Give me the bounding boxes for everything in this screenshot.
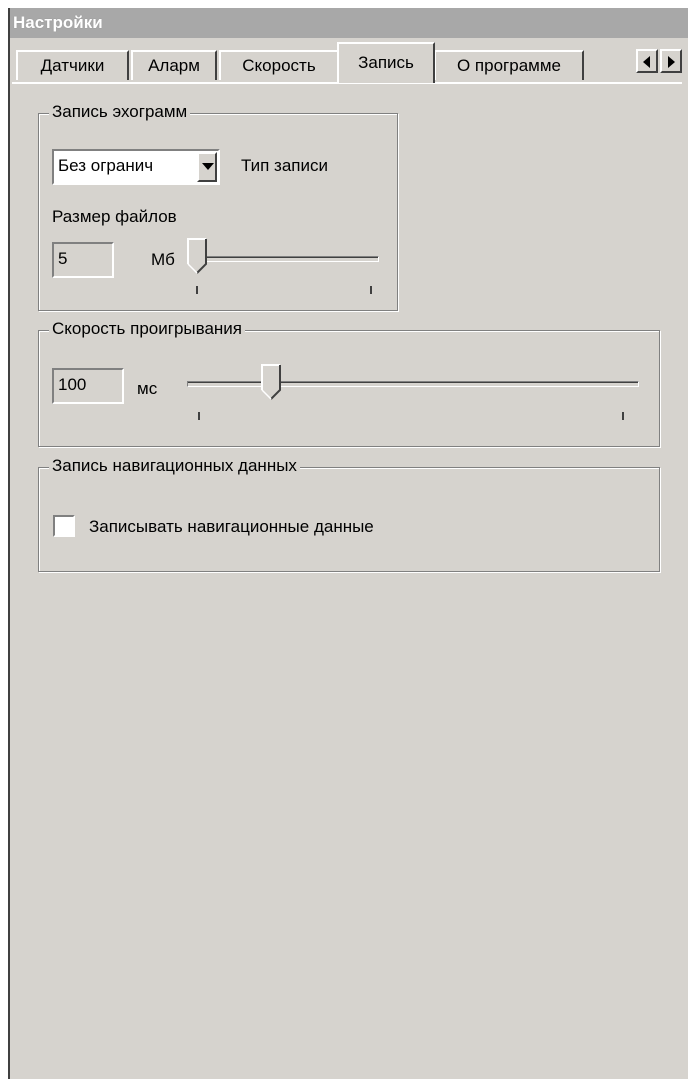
file-size-label: Размер файлов: [52, 207, 177, 226]
playback-speed-value: 100: [58, 375, 87, 394]
tab-recording[interactable]: Запись: [337, 42, 435, 83]
file-size-unit: Мб: [151, 250, 175, 269]
record-type-select[interactable]: Без огранич: [52, 149, 220, 185]
slider-tick: [196, 286, 198, 294]
chevron-down-icon: [202, 163, 214, 170]
tab-alarm[interactable]: Аларм: [131, 50, 217, 80]
tab-speed[interactable]: Скорость: [219, 50, 339, 80]
file-size-slider-track[interactable]: [187, 256, 379, 262]
tab-scroll-left-button[interactable]: [636, 49, 658, 73]
settings-window: Настройки Датчики Аларм Скорость Запись …: [8, 8, 688, 1079]
playback-speed-slider-track[interactable]: [187, 381, 639, 387]
tab-label: Скорость: [242, 56, 316, 75]
record-type-dropdown-button[interactable]: [197, 152, 217, 182]
tab-label: Датчики: [40, 56, 105, 75]
record-type-label: Тип записи: [241, 156, 329, 175]
tab-scroll-right-button[interactable]: [660, 49, 682, 73]
echo-recording-group: Запись эхограмм Без огранич Тип записи Р…: [38, 102, 398, 311]
tab-sensors[interactable]: Датчики: [16, 50, 129, 80]
file-size-slider-thumb[interactable]: [187, 238, 207, 274]
playback-speed-slider-thumb[interactable]: [261, 364, 281, 400]
window-title: Настройки: [13, 13, 103, 32]
arrow-right-icon: [668, 56, 675, 68]
tab-about[interactable]: О программе: [434, 50, 584, 80]
record-type-value: Без огранич: [58, 156, 154, 175]
file-size-value: 5: [58, 249, 68, 268]
tab-label: Запись: [358, 53, 414, 72]
record-nav-data-label[interactable]: Записывать навигационные данные: [89, 517, 374, 537]
tab-label: Аларм: [148, 56, 200, 75]
playback-speed-field[interactable]: 100: [52, 368, 124, 404]
title-bar: Настройки: [10, 8, 688, 38]
nav-recording-group: Запись навигационных данных Записывать н…: [38, 456, 660, 572]
tab-label: О программе: [456, 56, 561, 75]
echo-recording-legend: Запись эхограмм: [49, 102, 191, 122]
slider-tick: [370, 286, 372, 294]
arrow-left-icon: [643, 56, 650, 68]
playback-speed-legend: Скорость проигрывания: [49, 319, 246, 339]
playback-speed-group: Скорость проигрывания 100 мс: [38, 319, 660, 447]
record-nav-data-checkbox[interactable]: [53, 515, 75, 537]
file-size-field[interactable]: 5: [52, 242, 114, 278]
slider-tick: [622, 412, 624, 420]
slider-tick: [198, 412, 200, 420]
playback-speed-unit: мс: [137, 379, 158, 398]
nav-recording-legend: Запись навигационных данных: [49, 456, 300, 476]
